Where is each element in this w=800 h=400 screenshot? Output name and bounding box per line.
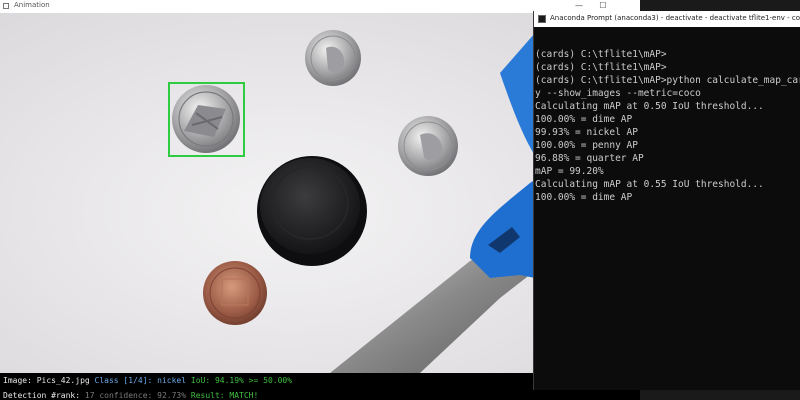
image-filename: Image: Pics_42.jpg (3, 376, 90, 385)
anaconda-prompt-window[interactable]: Anaconda Prompt (anaconda3) - deactivate… (533, 11, 800, 390)
result-label: Result: MATCH! (190, 391, 259, 400)
terminal-line: Calculating mAP at 0.50 IoU threshold... (535, 101, 764, 112)
terminal-line: 99.93% = nickel AP (535, 127, 638, 138)
prompt-titlebar[interactable]: Anaconda Prompt (anaconda3) - deactivate… (534, 11, 800, 27)
dime-coin-top (305, 30, 361, 86)
terminal-line: y --show_images --metric=coco (535, 88, 701, 99)
nickel-coin (172, 85, 240, 153)
terminal-icon (538, 15, 546, 23)
black-cap (257, 156, 367, 266)
iou-label: IoU: 94.19% >= 50.00% (190, 376, 293, 385)
status-line-2: Detection #rank: 17 confidence: 92.73% R… (3, 391, 258, 400)
penny-coin (203, 261, 267, 325)
rank-confidence: 17 confidence: 92.73% (84, 391, 187, 400)
terminal-line: (cards) C:\tflite1\mAP> (535, 62, 667, 73)
terminal-line: (cards) C:\tflite1\mAP> (535, 49, 667, 60)
status-line-1: Image: Pics_42.jpg Class [1/4]: nickel I… (3, 376, 292, 385)
terminal-line: 100.00% = dime AP (535, 114, 633, 125)
terminal-line: 96.88% = quarter AP (535, 153, 644, 164)
terminal-line: Calculating mAP at 0.55 IoU threshold... (535, 179, 764, 190)
terminal-line: mAP = 99.20% (535, 166, 604, 177)
terminal-line: 100.00% = penny AP (535, 140, 638, 151)
terminal-line: (cards) C:\tflite1\mAP>python calculate_… (535, 75, 800, 86)
dime-coin-right (398, 116, 458, 176)
prompt-window-title: Anaconda Prompt (anaconda3) - deactivate… (550, 14, 800, 22)
window-app-icon (3, 3, 9, 9)
class-label: Class [1/4]: nickel (94, 376, 187, 385)
detection-label: Detection #rank: (3, 391, 81, 400)
terminal-line: 100.00% = dime AP (535, 192, 633, 203)
animation-window-title: Animation (14, 1, 50, 9)
terminal-output[interactable]: (cards) C:\tflite1\mAP> (cards) C:\tflit… (534, 27, 800, 390)
